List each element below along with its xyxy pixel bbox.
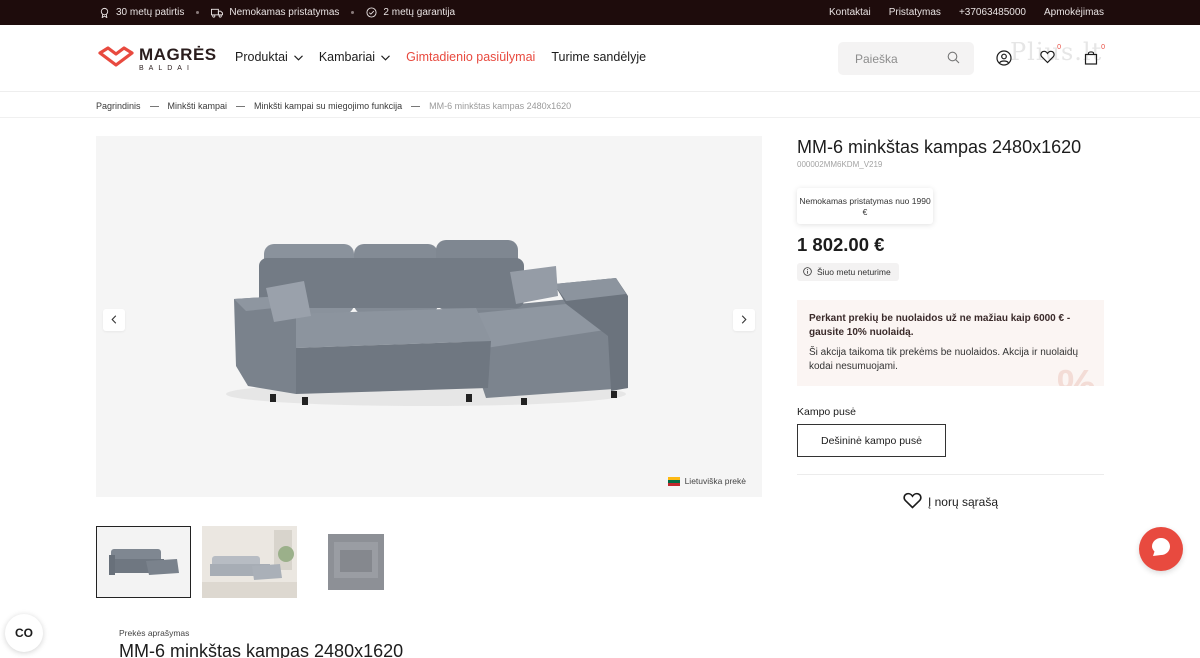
cart-button[interactable]: 0 <box>1084 44 1105 69</box>
thumbnail-3[interactable] <box>308 526 403 598</box>
product-image-sofa <box>226 240 628 406</box>
breadcrumb-separator <box>149 105 159 107</box>
usp-delivery: Nemokamas pristatymas <box>211 7 339 18</box>
search-placeholder: Paieška <box>855 51 898 66</box>
link-delivery[interactable]: Pristatymas <box>889 7 941 18</box>
gallery-prev-button[interactable] <box>103 309 125 331</box>
product-gallery: Lietuviška prekė <box>96 136 762 497</box>
chevron-down-icon <box>381 50 390 64</box>
wishlist-count: 0 <box>1057 44 1061 51</box>
chat-button[interactable] <box>1139 527 1183 571</box>
breadcrumb-category[interactable]: Minkšti kampai <box>168 101 228 111</box>
check-circle-icon <box>366 7 377 18</box>
breadcrumb: Pagrindinis Minkšti kampai Minkšti kampa… <box>96 100 571 112</box>
delivery-note: Nemokamas pristatymas nuo 1990 € <box>797 188 933 224</box>
thumbnail-sofa-image <box>109 549 179 575</box>
site-header: MAGRĖS BALDAI Plius.lt Produktai Kambari… <box>0 25 1200 92</box>
link-phone[interactable]: +37063485000 <box>959 7 1026 18</box>
product-sku: 000002MM6KDM_V219 <box>797 160 883 169</box>
nav-in-stock[interactable]: Turime sandėlyje <box>551 50 646 64</box>
lithuania-flag-icon <box>667 476 680 486</box>
chevron-right-icon <box>741 311 747 329</box>
wishlist-label: Į norų sąrašą <box>927 495 999 509</box>
logo-heart-icon <box>97 45 135 72</box>
thumbnail-strip <box>96 526 403 598</box>
option-label: Kampo pusė <box>797 406 856 418</box>
nav-label: Kambariai <box>318 50 376 64</box>
option-corner-side-button[interactable]: Dešininė kampo pusė <box>797 424 946 457</box>
truck-icon <box>211 8 224 18</box>
description-title: MM-6 minkštas kampas 2480x1620 <box>119 641 404 658</box>
breadcrumb-subcategory[interactable]: Minkšti kampai su miegojimo funkcija <box>254 101 402 111</box>
search-input[interactable]: Paieška <box>838 42 974 75</box>
logo-text: MAGRĖS <box>139 44 217 64</box>
search-icon[interactable] <box>947 51 960 67</box>
top-links: Kontaktai Pristatymas +37063485000 Apmok… <box>829 0 1104 25</box>
cart-count: 0 <box>1101 44 1105 51</box>
thumbnail-1[interactable] <box>96 526 191 598</box>
promo-headline: Perkant prekių be nuolaidos už ne mažiau… <box>809 313 1071 338</box>
user-icon[interactable] <box>996 50 1012 66</box>
chevron-down-icon <box>293 50 303 64</box>
divider <box>797 474 1104 475</box>
usp-warranty: 2 metų garantija <box>366 7 455 18</box>
breadcrumb-separator <box>411 105 421 107</box>
heart-icon <box>1040 50 1055 68</box>
heart-icon <box>903 492 922 512</box>
separator-dot <box>196 11 200 14</box>
medal-icon <box>99 7 110 18</box>
chat-bubble-icon <box>1150 536 1172 563</box>
add-to-wishlist-button[interactable]: Į norų sąrašą <box>797 492 1104 512</box>
percent-icon: % <box>1056 360 1096 386</box>
nav-birthday-offers[interactable]: Gimtadienio pasiūlymai <box>406 50 535 64</box>
breadcrumb-home[interactable]: Pagrindinis <box>96 101 141 111</box>
promo-box: Perkant prekių be nuolaidos už ne mažiau… <box>797 300 1104 386</box>
separator-dot <box>351 11 355 14</box>
stock-text: Šiuo metu neturime <box>817 267 891 277</box>
bag-icon <box>1084 51 1098 69</box>
thumbnail-room-image <box>202 526 297 598</box>
chevron-left-icon <box>111 311 117 329</box>
origin-text: Lietuviška prekė <box>684 476 746 486</box>
top-bar: 30 metų patirtis Nemokamas pristatymas 2… <box>0 0 1200 25</box>
info-icon <box>803 266 812 278</box>
usp-text: 30 metų patirtis <box>116 7 185 18</box>
promo-text: Ši akcija taikoma tik prekėms be nuolaid… <box>809 347 1079 372</box>
product-title: MM-6 minkštas kampas 2480x1620 <box>797 137 1082 157</box>
logo[interactable]: MAGRĖS BALDAI <box>97 45 217 72</box>
logo-subtext: BALDAI <box>139 64 194 72</box>
usp-text: 2 metų garantija <box>383 7 456 18</box>
breadcrumb-current: MM-6 minkštas kampas 2480x1620 <box>429 101 572 111</box>
usp-text: Nemokamas pristatymas <box>229 7 340 18</box>
wishlist-button[interactable]: 0 <box>1040 44 1061 68</box>
usp-list: 30 metų patirtis Nemokamas pristatymas 2… <box>99 0 455 25</box>
link-payment[interactable]: Apmokėjimas <box>1044 7 1104 18</box>
thumbnail-fabric-swatch <box>327 534 384 590</box>
product-price: 1 802.00 € <box>797 234 885 255</box>
usp-experience: 30 metų patirtis <box>99 7 184 18</box>
description-label: Prekės aprašymas <box>119 628 190 638</box>
cookie-settings-button[interactable]: CO <box>5 614 43 652</box>
nav-products[interactable]: Produktai <box>235 50 303 64</box>
header-actions: 0 0 <box>996 44 1105 69</box>
thumbnail-2[interactable] <box>202 526 297 598</box>
stock-status: Šiuo metu neturime <box>797 263 899 281</box>
breadcrumb-separator <box>236 105 246 107</box>
main-nav: Produktai Kambariai Gimtadienio pasiūlym… <box>235 50 646 64</box>
nav-rooms[interactable]: Kambariai <box>319 50 390 64</box>
divider <box>0 117 1200 118</box>
origin-badge: Lietuviška prekė <box>667 476 746 486</box>
nav-label: Produktai <box>235 50 288 64</box>
link-contacts[interactable]: Kontaktai <box>829 7 871 18</box>
gallery-next-button[interactable] <box>733 309 755 331</box>
